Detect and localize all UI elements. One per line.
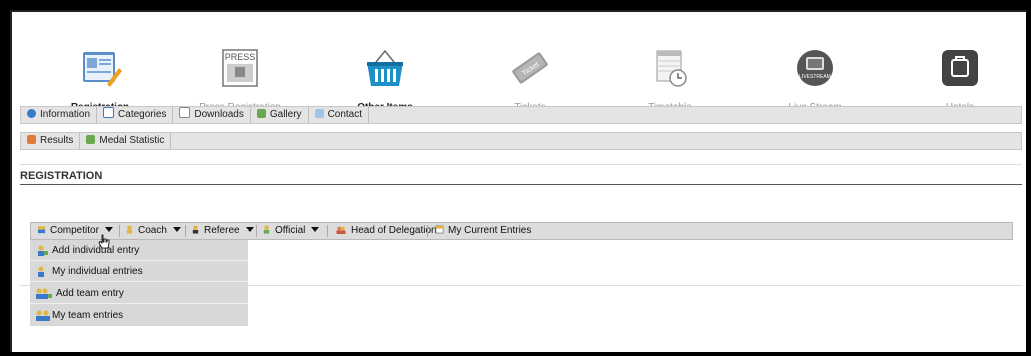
hand-cursor-icon: [98, 234, 110, 249]
menu-separator: [185, 225, 186, 237]
menu-official[interactable]: Official: [262, 223, 320, 239]
menu-label: Head of Delegation: [351, 225, 437, 236]
chevron-down-icon[interactable]: [172, 227, 181, 232]
nav-label: Results: [40, 135, 74, 146]
press-newspaper-icon: PRESS: [222, 49, 258, 87]
menu-label: Coach: [138, 225, 167, 236]
dropdown-label: My team entries: [52, 310, 124, 321]
nav-label: Downloads: [194, 109, 244, 120]
menu-head-of-delegation[interactable]: Head of Delegation: [335, 223, 437, 239]
chevron-down-icon[interactable]: [104, 227, 113, 232]
timetable-clock-icon: [656, 50, 687, 87]
team-icon: [37, 225, 46, 234]
dropdown-my-individual-entries[interactable]: My individual entries: [30, 261, 248, 282]
menu-coach[interactable]: Coach: [125, 223, 181, 239]
menu-separator: [327, 225, 328, 237]
delegation-icon: [336, 226, 346, 234]
module-other-items[interactable]: Other Items: [330, 40, 440, 114]
section-divider: [20, 184, 1022, 185]
nav-contact[interactable]: Contact: [309, 107, 370, 123]
team-icon: [36, 310, 50, 321]
nav-information[interactable]: Information: [21, 107, 98, 123]
menu-label: My Current Entries: [448, 225, 532, 236]
menu-separator: [256, 225, 257, 237]
livestream-tv-icon: LIVESTREAM: [797, 50, 833, 86]
nav-label: Categories: [118, 109, 167, 120]
referee-icon: [192, 225, 199, 234]
entries-icon: [435, 225, 444, 234]
nav-label: Information: [40, 109, 91, 120]
hotel-suitcase-icon: [942, 50, 978, 86]
competitor-dropdown: Add individual entry My individual entri…: [30, 240, 248, 326]
section-title: REGISTRATION: [20, 170, 103, 182]
menu-label: Competitor: [50, 225, 99, 236]
module-live-stream[interactable]: LIVESTREAM Live Stream: [760, 40, 870, 114]
dropdown-label: Add team entry: [56, 288, 124, 299]
shopping-basket-icon: [367, 49, 403, 86]
nav-categories[interactable]: Categories: [97, 107, 174, 123]
user-add-icon: [38, 245, 48, 256]
user-icon: [38, 266, 44, 277]
dropdown-add-individual-entry[interactable]: Add individual entry: [30, 240, 248, 261]
menu-referee[interactable]: Referee: [191, 223, 254, 239]
trophy-icon: [27, 135, 36, 144]
module-tickets[interactable]: Ticket Tickets: [475, 40, 585, 114]
svg-text:PRESS: PRESS: [225, 52, 256, 62]
chevron-down-icon[interactable]: [245, 227, 254, 232]
document-icon: [179, 107, 191, 118]
app-frame: Registration PRESS Press Registration Ot…: [10, 10, 1026, 352]
module-timetable[interactable]: Timetable: [615, 40, 725, 114]
chart-icon: [86, 135, 96, 144]
nav-label: Contact: [327, 109, 363, 120]
module-row: Registration PRESS Press Registration Ot…: [20, 40, 1022, 114]
registration-menubar: Competitor Coach Referee Official Head o…: [30, 222, 1013, 240]
registration-form-icon: [83, 52, 122, 87]
coach-icon: [126, 225, 133, 234]
primary-nav: Information Categories Downloads Gallery…: [20, 106, 1022, 124]
module-registration[interactable]: Registration: [45, 40, 155, 114]
svg-text:LIVESTREAM: LIVESTREAM: [799, 74, 831, 80]
dropdown-label: My individual entries: [52, 266, 143, 277]
menu-label: Official: [275, 225, 306, 236]
menu-separator: [427, 225, 428, 237]
nav-label: Medal Statistic: [99, 135, 165, 146]
menu-my-current-entries[interactable]: My Current Entries: [435, 223, 531, 239]
dropdown-add-team-entry[interactable]: Add team entry: [30, 283, 248, 304]
nav-gallery[interactable]: Gallery: [251, 107, 309, 123]
envelope-icon: [314, 109, 324, 118]
info-icon: [27, 109, 36, 118]
dropdown-label: Add individual entry: [52, 245, 140, 256]
nav-downloads[interactable]: Downloads: [173, 107, 251, 123]
folder-icon: [103, 107, 115, 118]
chevron-down-icon[interactable]: [311, 227, 320, 232]
menu-separator: [119, 225, 120, 237]
menu-label: Referee: [204, 225, 240, 236]
secondary-nav: Results Medal Statistic: [20, 132, 1022, 150]
nav-results[interactable]: Results: [21, 133, 81, 149]
module-hotels[interactable]: Hotels: [905, 40, 1015, 114]
official-icon: [263, 225, 270, 234]
module-press-registration[interactable]: PRESS Press Registration: [185, 40, 295, 114]
dropdown-my-team-entries[interactable]: My team entries: [30, 305, 248, 326]
team-add-icon: [36, 288, 52, 299]
image-icon: [256, 109, 266, 118]
nav-medal-statistic[interactable]: Medal Statistic: [80, 133, 172, 149]
ticket-icon: Ticket: [512, 52, 548, 84]
nav-label: Gallery: [269, 109, 302, 120]
